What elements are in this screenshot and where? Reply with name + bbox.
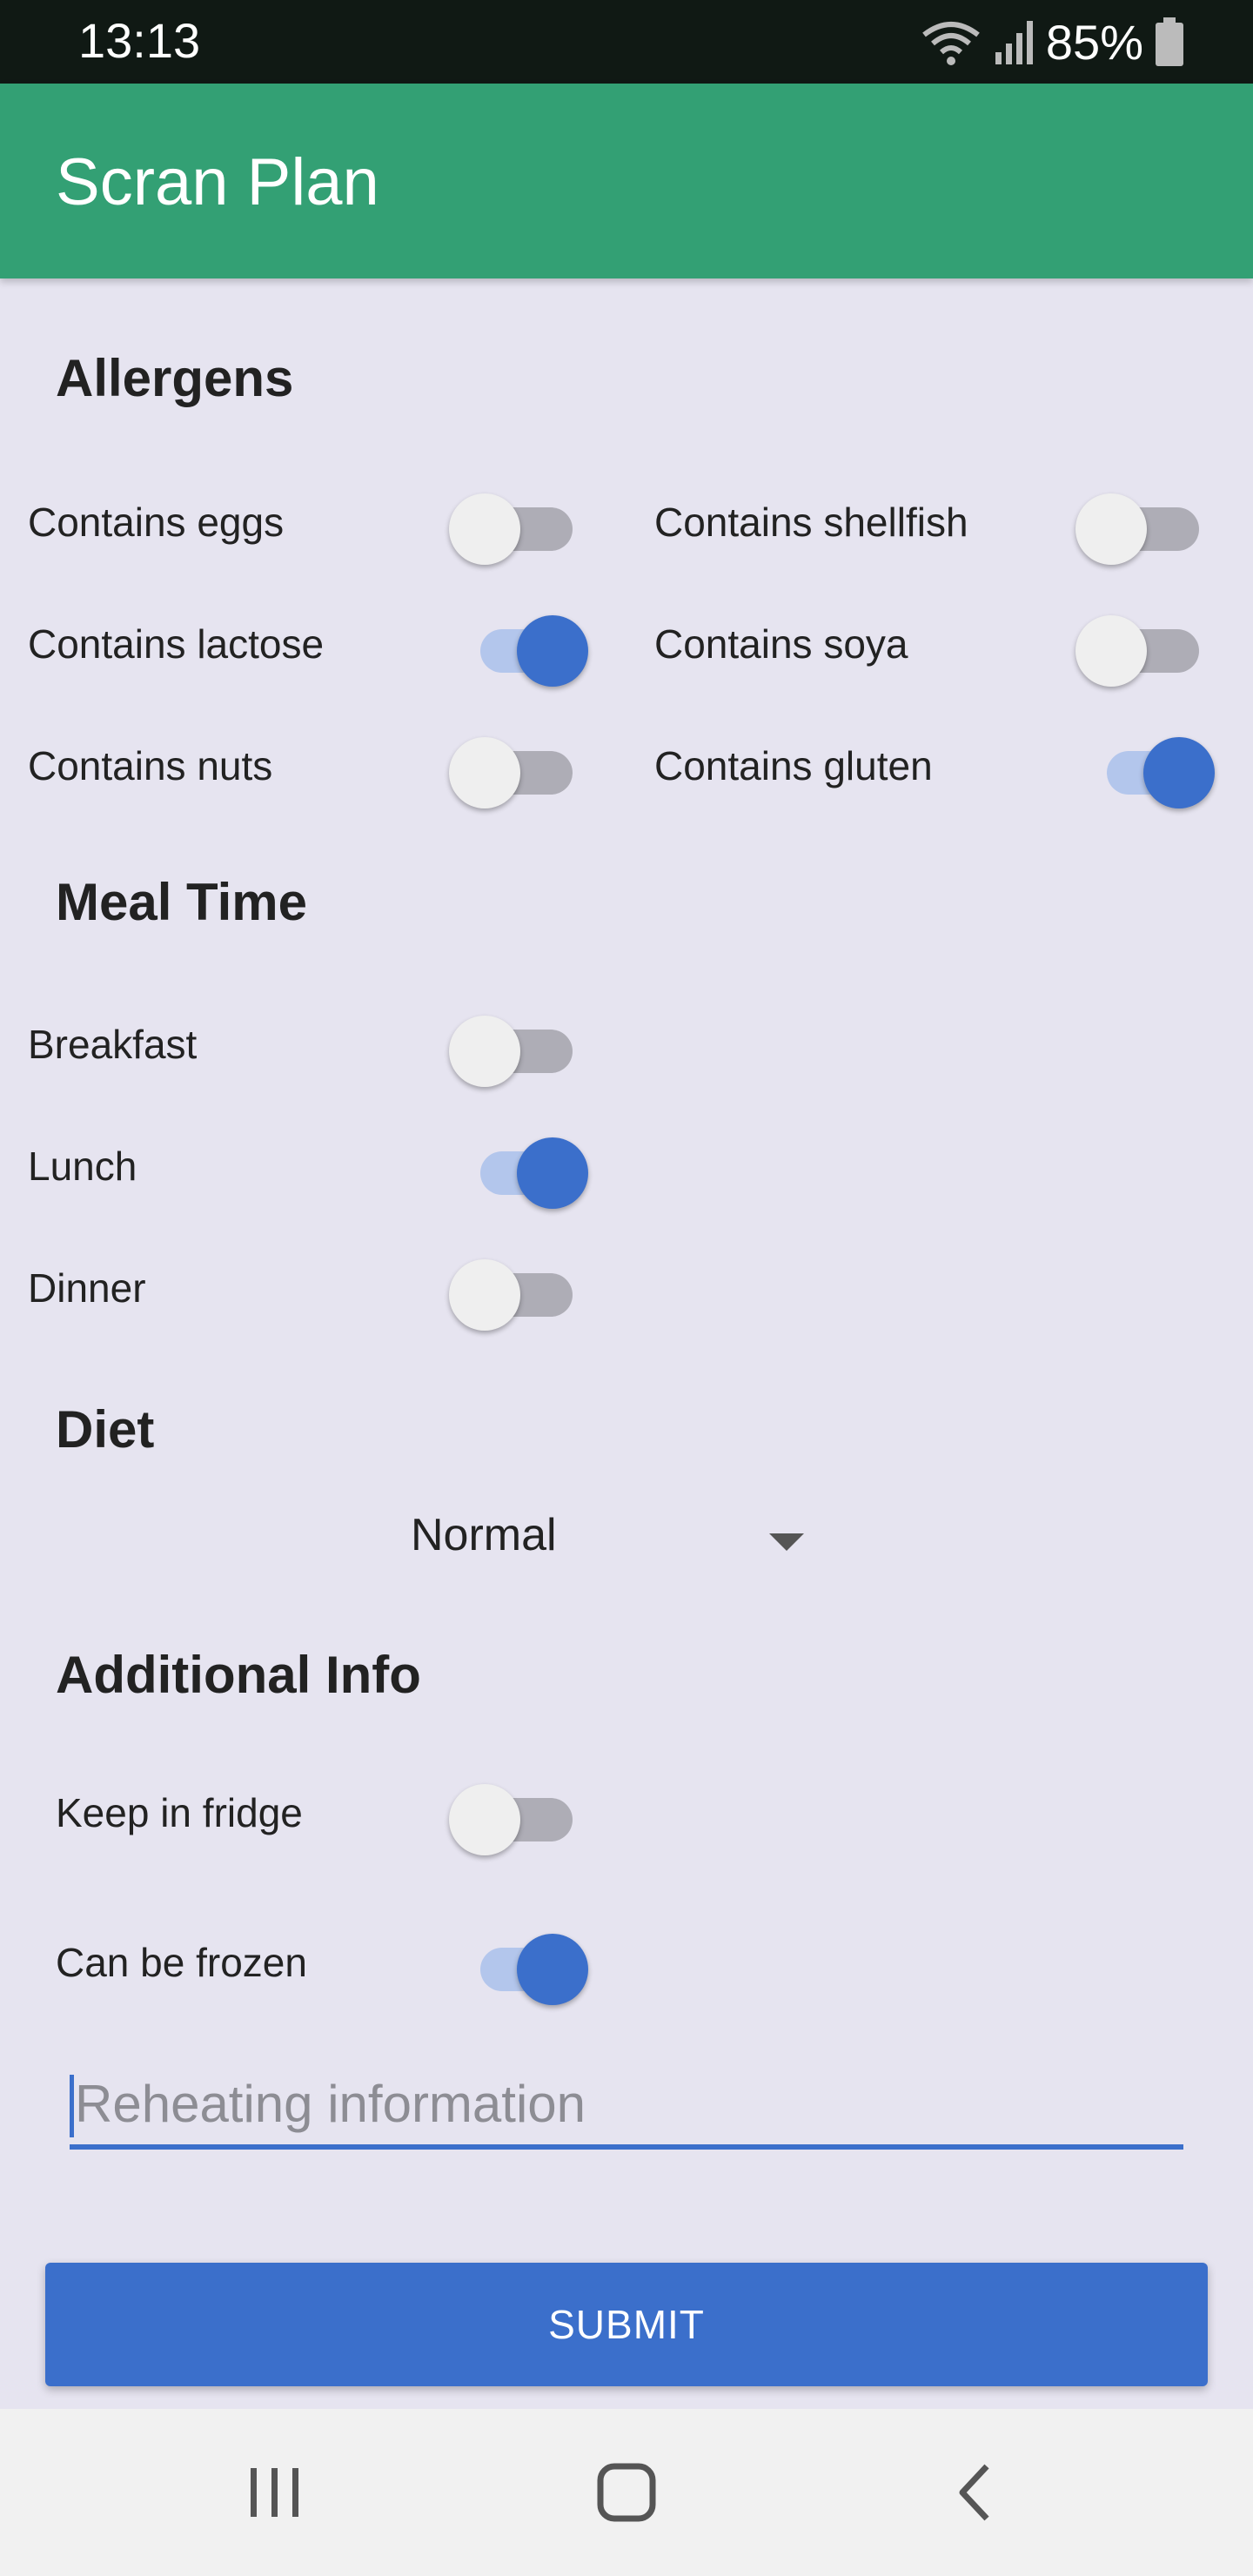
diet-heading: Diet bbox=[56, 1400, 155, 1459]
meal-label: Dinner bbox=[28, 1265, 146, 1311]
toggle-contains-eggs[interactable] bbox=[449, 483, 588, 565]
allergen-label: Contains eggs bbox=[28, 500, 285, 545]
allergen-label: Contains shellfish bbox=[654, 500, 968, 545]
meal-label: Lunch bbox=[28, 1144, 137, 1189]
additional-row-frozen: Can be frozen bbox=[56, 1910, 621, 2015]
meal-row-lunch: Lunch bbox=[28, 1114, 620, 1218]
allergen-row-shellfish: Contains shellfish bbox=[654, 470, 1229, 574]
home-icon bbox=[597, 2463, 656, 2522]
allergen-label: Contains nuts bbox=[28, 743, 273, 788]
meal-row-dinner: Dinner bbox=[28, 1236, 620, 1340]
meal-time-heading: Meal Time bbox=[56, 873, 308, 931]
toggle-dinner[interactable] bbox=[449, 1249, 588, 1331]
meal-row-breakfast: Breakfast bbox=[28, 992, 620, 1097]
reheating-field bbox=[70, 2063, 1183, 2158]
back-button[interactable] bbox=[922, 2449, 1027, 2536]
text-cursor bbox=[70, 2075, 74, 2137]
dropdown-arrow-icon bbox=[769, 1533, 804, 1551]
status-bar: 13:13 85% bbox=[0, 0, 1253, 84]
app-bar: Scran Plan bbox=[0, 84, 1253, 278]
toggle-contains-nuts[interactable] bbox=[449, 727, 588, 808]
allergens-heading: Allergens bbox=[56, 349, 294, 407]
allergen-label: Contains soya bbox=[654, 621, 908, 667]
allergen-row-gluten: Contains gluten bbox=[654, 714, 1229, 818]
recents-icon bbox=[251, 2468, 298, 2517]
toggle-contains-lactose[interactable] bbox=[449, 605, 588, 687]
recents-button[interactable] bbox=[223, 2449, 327, 2536]
allergen-label: Contains gluten bbox=[654, 743, 933, 788]
toggle-can-be-frozen[interactable] bbox=[449, 1923, 588, 2005]
allergen-row-eggs: Contains eggs bbox=[28, 470, 620, 574]
diet-dropdown[interactable]: Normal bbox=[400, 1488, 835, 1584]
additional-info-heading: Additional Info bbox=[56, 1646, 421, 1704]
toggle-contains-gluten[interactable] bbox=[1075, 727, 1215, 808]
signal-icon bbox=[995, 21, 1033, 64]
battery-icon bbox=[1156, 17, 1183, 66]
battery-percent: 85% bbox=[1045, 14, 1143, 70]
reheating-info-input[interactable] bbox=[70, 2063, 1183, 2150]
submit-button[interactable]: SUBMIT bbox=[45, 2263, 1208, 2386]
allergen-row-soya: Contains soya bbox=[654, 592, 1229, 696]
toggle-contains-shellfish[interactable] bbox=[1075, 483, 1215, 565]
toggle-lunch[interactable] bbox=[449, 1127, 588, 1209]
allergen-row-nuts: Contains nuts bbox=[28, 714, 620, 818]
allergen-label: Contains lactose bbox=[28, 621, 325, 667]
toggle-contains-soya[interactable] bbox=[1075, 605, 1215, 687]
additional-label: Keep in fridge bbox=[56, 1790, 303, 1835]
additional-row-fridge: Keep in fridge bbox=[56, 1761, 621, 1865]
status-time: 13:13 bbox=[78, 13, 201, 68]
toggle-breakfast[interactable] bbox=[449, 1005, 588, 1087]
back-icon bbox=[959, 2464, 989, 2521]
system-nav-bar bbox=[0, 2409, 1253, 2576]
additional-label: Can be frozen bbox=[56, 1940, 307, 1985]
toggle-keep-in-fridge[interactable] bbox=[449, 1774, 588, 1855]
status-icons: 85% bbox=[921, 12, 1183, 71]
home-button[interactable] bbox=[574, 2449, 679, 2536]
meal-label: Breakfast bbox=[28, 1022, 198, 1067]
diet-selected-value: Normal bbox=[411, 1510, 557, 1560]
app-title: Scran Plan bbox=[56, 145, 379, 219]
wifi-icon bbox=[922, 22, 980, 65]
allergen-row-lactose: Contains lactose bbox=[28, 592, 620, 696]
